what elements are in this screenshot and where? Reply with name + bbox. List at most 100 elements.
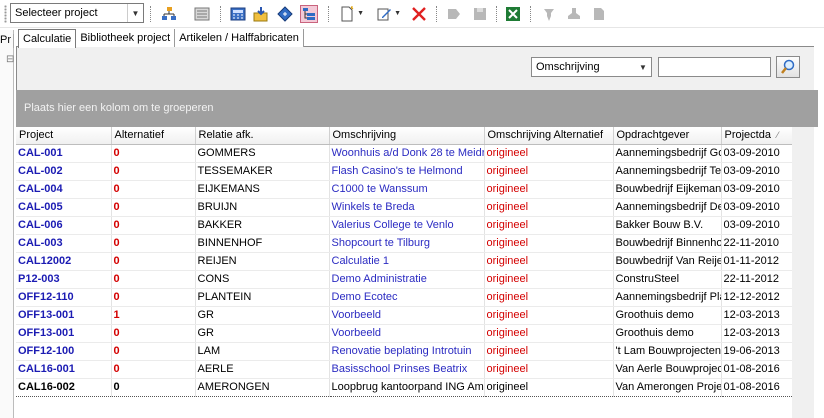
cell-alternatief[interactable]: 0 xyxy=(111,180,196,199)
cell-projectdatum[interactable]: 01-11-2012 xyxy=(721,252,792,271)
cell-projectdatum[interactable]: 03-09-2010 xyxy=(721,216,792,235)
cell-omschrijving[interactable]: Shopcourt te Tilburg xyxy=(329,234,485,253)
cell-relatie[interactable]: GR xyxy=(195,306,330,325)
table-row[interactable]: P12-003 0 CONS Demo Administratie origineel C… xyxy=(16,270,792,289)
cell-project[interactable]: P12-003 xyxy=(16,270,112,289)
cell-projectdatum[interactable]: 01-08-2016 xyxy=(721,360,792,379)
list-view-icon[interactable] xyxy=(193,5,211,23)
cell-omschrijving-alternatief[interactable]: origineel xyxy=(484,180,614,199)
cell-omschrijving[interactable]: C1000 te Wanssum xyxy=(329,180,485,199)
cell-projectdatum[interactable]: 12-12-2012 xyxy=(721,288,792,307)
column-header-opdrachtgever[interactable]: Opdrachtgever xyxy=(613,127,722,145)
cell-omschrijving-alternatief[interactable]: origineel xyxy=(484,144,614,163)
hierarchy-icon[interactable] xyxy=(160,5,178,23)
cell-projectdatum[interactable]: 19-06-2013 xyxy=(721,342,792,361)
search-input[interactable] xyxy=(658,57,771,77)
cell-alternatief[interactable]: 0 xyxy=(111,342,196,361)
background-tab-fragment[interactable]: Pr xyxy=(0,34,14,48)
cell-omschrijving[interactable]: Renovatie beplating Introtuin xyxy=(329,342,485,361)
cell-project[interactable]: CAL16-001 xyxy=(16,360,112,379)
cell-omschrijving-alternatief[interactable]: origineel xyxy=(484,270,614,289)
cell-project[interactable]: CAL-004 xyxy=(16,180,112,199)
cell-opdrachtgever[interactable]: Bouwbedrijf Van Reije xyxy=(613,252,722,271)
cell-omschrijving-alternatief[interactable]: origineel xyxy=(484,324,614,343)
table-row[interactable]: CAL16-001 0 AERLE Basisschool Prinses Beatr… xyxy=(16,360,792,379)
cell-omschrijving[interactable]: Winkels te Breda xyxy=(329,198,485,217)
cell-alternatief[interactable]: 0 xyxy=(111,216,196,235)
new-document-icon[interactable]: ▼ xyxy=(338,5,364,23)
table-row[interactable]: OFF12-100 0 LAM Renovatie beplating Introtu… xyxy=(16,342,792,361)
column-header-relatie[interactable]: Relatie afk. xyxy=(195,127,330,145)
cell-omschrijving-alternatief[interactable]: origineel xyxy=(484,198,614,217)
cell-projectdatum[interactable]: 12-03-2013 xyxy=(721,306,792,325)
cell-project[interactable]: OFF12-110 xyxy=(16,288,112,307)
table-row[interactable]: CAL-006 0 BAKKER Valerius College te Venlo o… xyxy=(16,216,792,235)
cell-omschrijving-alternatief[interactable]: origineel xyxy=(484,234,614,253)
table-row[interactable]: CAL-002 0 TESSEMAKER Flash Casino's te Helm… xyxy=(16,162,792,181)
chevron-down-icon[interactable]: ▼ xyxy=(127,4,143,22)
cell-omschrijving[interactable]: Basisschool Prinses Beatrix xyxy=(329,360,485,379)
cell-relatie[interactable]: CONS xyxy=(195,270,330,289)
cell-opdrachtgever[interactable]: Bouwbedrijf Binnenho xyxy=(613,234,722,253)
cell-opdrachtgever[interactable]: Bakker Bouw B.V. xyxy=(613,216,722,235)
column-header-omschrijving[interactable]: Omschrijving xyxy=(329,127,485,145)
search-field-select[interactable]: Omschrijving ▼ xyxy=(531,57,652,77)
cell-omschrijving[interactable]: Demo Administratie xyxy=(329,270,485,289)
cell-projectdatum[interactable]: 22-11-2010 xyxy=(721,234,792,253)
cell-omschrijving[interactable]: Demo Ecotec xyxy=(329,288,485,307)
cell-alternatief[interactable]: 1 xyxy=(111,306,196,325)
cell-opdrachtgever[interactable]: ConstruSteel xyxy=(613,270,722,289)
collapse-icon[interactable]: ⊟ xyxy=(6,54,14,65)
cell-omschrijving-alternatief[interactable]: origineel xyxy=(484,162,614,181)
cell-omschrijving[interactable]: Loopbrug kantoorpand ING Ams xyxy=(329,377,485,397)
table-row[interactable]: OFF13-001 0 GR Voorbeeld origineel Groothuis … xyxy=(16,324,792,343)
table-row[interactable]: CAL12002 0 REIJEN Calculatie 1 origineel Bouw… xyxy=(16,252,792,271)
table-row[interactable]: OFF13-001 1 GR Voorbeeld origineel Groothuis … xyxy=(16,306,792,325)
cell-opdrachtgever[interactable]: Aannemingsbedrijf De xyxy=(613,198,722,217)
table-row[interactable]: OFF12-110 0 PLANTEIN Demo Ecotec origineel Aa… xyxy=(16,288,792,307)
cell-opdrachtgever[interactable]: Aannemingsbedrijf Pla xyxy=(613,288,722,307)
edit-document-icon[interactable]: ▼ xyxy=(375,5,401,23)
cell-omschrijving-alternatief[interactable]: origineel xyxy=(484,288,614,307)
cell-omschrijving-alternatief[interactable]: origineel xyxy=(484,377,614,397)
cell-omschrijving-alternatief[interactable]: origineel xyxy=(484,252,614,271)
cell-project[interactable]: OFF12-100 xyxy=(16,342,112,361)
delete-icon[interactable] xyxy=(410,5,428,23)
table-row[interactable]: CAL-003 0 BINNENHOF Shopcourt te Tilburg ori… xyxy=(16,234,792,253)
cell-opdrachtgever[interactable]: Van Amerongen Proje xyxy=(613,377,722,397)
cell-omschrijving-alternatief[interactable]: origineel xyxy=(484,342,614,361)
cell-project[interactable]: CAL-005 xyxy=(16,198,112,217)
cell-omschrijving[interactable]: Calculatie 1 xyxy=(329,252,485,271)
column-header-omschrijving-alternatief[interactable]: Omschrijving Alternatief xyxy=(484,127,614,145)
cell-alternatief[interactable]: 0 xyxy=(111,144,196,163)
cell-projectdatum[interactable]: 03-09-2010 xyxy=(721,198,792,217)
cell-relatie[interactable]: AERLE xyxy=(195,360,330,379)
cell-omschrijving[interactable]: Valerius College te Venlo xyxy=(329,216,485,235)
group-by-area[interactable]: Plaats hier een kolom om te groeperen xyxy=(16,90,818,127)
cell-project[interactable]: OFF13-001 xyxy=(16,324,112,343)
cell-omschrijving-alternatief[interactable]: origineel xyxy=(484,306,614,325)
cell-project[interactable]: CAL-001 xyxy=(16,144,112,163)
cell-relatie[interactable]: AMERONGEN xyxy=(195,377,330,397)
calculator-icon[interactable] xyxy=(229,5,247,23)
cell-relatie[interactable]: LAM xyxy=(195,342,330,361)
tab-bibliotheek-project[interactable]: Bibliotheek project xyxy=(76,29,176,47)
project-select[interactable]: Selecteer project ▼ xyxy=(10,3,144,23)
cell-alternatief[interactable]: 0 xyxy=(111,198,196,217)
cell-relatie[interactable]: BRUIJN xyxy=(195,198,330,217)
cell-relatie[interactable]: PLANTEIN xyxy=(195,288,330,307)
cell-project[interactable]: CAL-003 xyxy=(16,234,112,253)
cell-opdrachtgever[interactable]: Van Aerle Bouwprojec xyxy=(613,360,722,379)
cell-relatie[interactable]: BAKKER xyxy=(195,216,330,235)
cell-omschrijving-alternatief[interactable]: origineel xyxy=(484,216,614,235)
cell-project[interactable]: OFF13-001 xyxy=(16,306,112,325)
chevron-down-icon[interactable]: ▼ xyxy=(635,63,651,72)
cell-alternatief[interactable]: 0 xyxy=(111,377,196,397)
cell-opdrachtgever[interactable]: 't Lam Bouwprojecten xyxy=(613,342,722,361)
excel-icon[interactable] xyxy=(504,5,522,23)
cell-opdrachtgever[interactable]: Groothuis demo xyxy=(613,306,722,325)
cell-opdrachtgever[interactable]: Aannemingsbedrijf Go xyxy=(613,144,722,163)
tree-view-icon[interactable] xyxy=(300,5,318,23)
column-header-project[interactable]: Project xyxy=(16,127,112,145)
cell-relatie[interactable]: REIJEN xyxy=(195,252,330,271)
